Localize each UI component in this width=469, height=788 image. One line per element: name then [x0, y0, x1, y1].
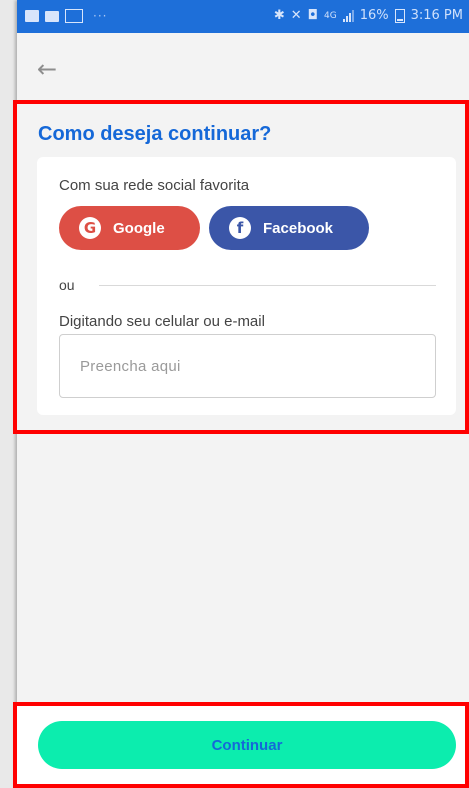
bluetooth-icon: ✱ — [273, 8, 285, 23]
alarm-icon: ◘ — [307, 8, 318, 23]
mute-icon: ✕ — [290, 8, 302, 23]
app-screen: ··· ✱ ✕ ◘ 4G 16% 3:16 PM ← Como deseja c… — [17, 0, 469, 788]
signal-icon — [342, 9, 354, 22]
facebook-icon: f — [229, 217, 251, 239]
notification-icons: ··· — [25, 9, 107, 23]
facebook-button-label: Facebook — [263, 219, 334, 237]
login-options-card: Com sua rede social favorita G Google f … — [37, 157, 456, 415]
divider-label: ou — [59, 277, 75, 293]
google-button-label: Google — [113, 219, 165, 237]
page-title: Como deseja continuar? — [38, 123, 272, 145]
more-notifications-icon: ··· — [93, 9, 108, 23]
continue-button[interactable]: Continuar — [38, 721, 456, 769]
divider-line — [99, 285, 436, 286]
back-button[interactable]: ← — [37, 56, 67, 82]
clock: 3:16 PM — [410, 8, 463, 23]
arrow-left-icon: ← — [37, 55, 58, 83]
system-icons: ✱ ✕ ◘ 4G 16% 3:16 PM — [274, 8, 463, 23]
footer-bar: Continuar — [17, 704, 469, 788]
status-bar: ··· ✱ ✕ ◘ 4G 16% 3:16 PM — [17, 0, 469, 33]
google-login-button[interactable]: G Google — [59, 206, 200, 250]
folder-notification-icon — [45, 10, 59, 22]
contact-input-label: Digitando seu celular ou e-mail — [59, 313, 265, 330]
social-login-label: Com sua rede social favorita — [59, 177, 250, 194]
network-type: 4G — [324, 10, 337, 21]
google-icon: G — [79, 217, 101, 239]
gallery-notification-icon — [65, 9, 83, 23]
phone-or-email-input[interactable] — [59, 334, 436, 398]
battery-percent: 16% — [359, 8, 389, 23]
battery-icon — [394, 8, 405, 23]
image-notification-icon — [25, 10, 39, 22]
facebook-login-button[interactable]: f Facebook — [209, 206, 369, 250]
